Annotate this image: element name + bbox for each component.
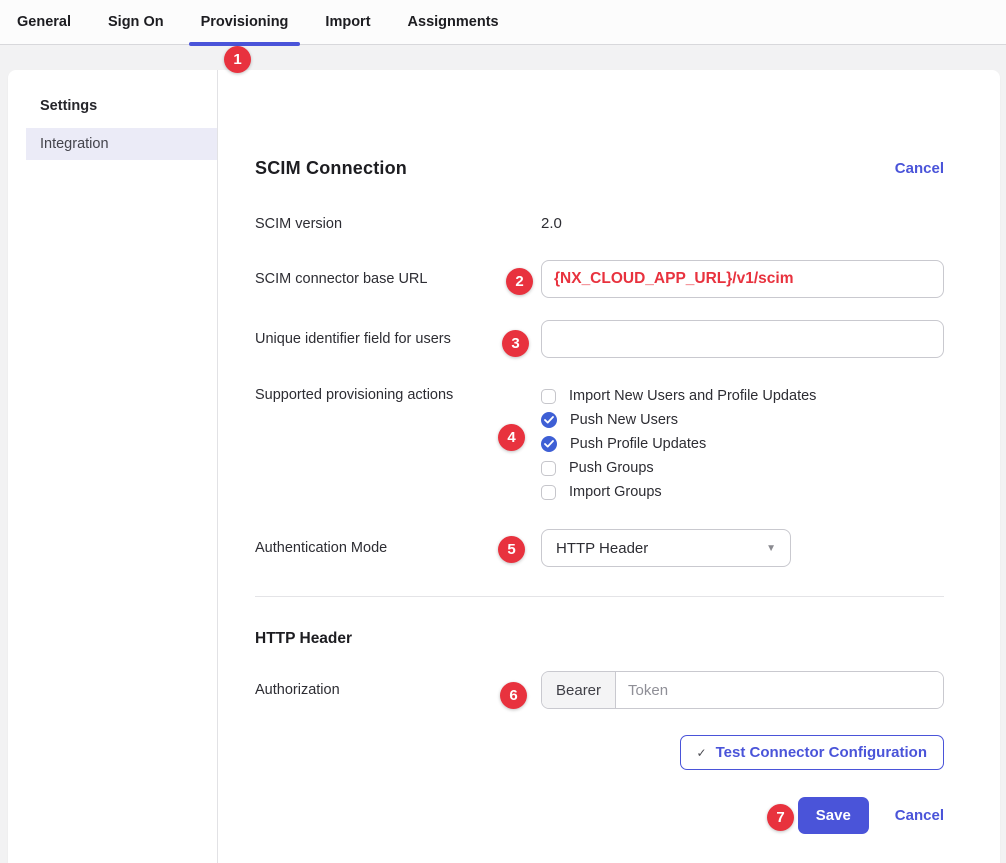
- checkbox-label: Import New Users and Profile Updates: [569, 388, 816, 404]
- save-button[interactable]: Save: [798, 797, 869, 834]
- checkbox-label: Import Groups: [569, 484, 662, 500]
- checkbox-row-import-groups[interactable]: Import Groups: [541, 480, 944, 504]
- unique-identifier-input[interactable]: [541, 320, 944, 358]
- step-badge-1: 1: [224, 46, 251, 73]
- checkbox-row-push-groups[interactable]: Push Groups: [541, 456, 944, 480]
- step-badge-3: 3: [502, 330, 529, 357]
- checkbox-label: Push Profile Updates: [570, 436, 706, 452]
- footer-cancel-button[interactable]: Cancel: [895, 807, 944, 824]
- scim-connection-form: SCIM Connection Cancel SCIM version 2.0 …: [218, 70, 1000, 863]
- sidebar-section-settings: Settings: [40, 98, 217, 114]
- check-icon: ✓: [697, 746, 707, 760]
- base-url-input[interactable]: [541, 260, 944, 298]
- checkbox-label: Push Groups: [569, 460, 654, 476]
- tab-import[interactable]: Import: [313, 0, 382, 44]
- checkbox-unchecked-icon[interactable]: [541, 389, 556, 404]
- test-connector-label: Test Connector Configuration: [716, 744, 927, 761]
- page-title: SCIM Connection: [255, 158, 407, 179]
- step-badge-4: 4: [498, 424, 525, 451]
- checkbox-row-import-new-users-and-profile-updates[interactable]: Import New Users and Profile Updates: [541, 384, 944, 408]
- chevron-down-icon: ▼: [766, 543, 776, 554]
- settings-card: Settings Integration SCIM Connection Can…: [8, 70, 1000, 863]
- checkbox-unchecked-icon[interactable]: [541, 461, 556, 476]
- auth-mode-selected-value: HTTP Header: [556, 540, 648, 557]
- tab-assignments[interactable]: Assignments: [396, 0, 511, 44]
- step-badge-5: 5: [498, 536, 525, 563]
- auth-mode-select[interactable]: HTTP Header ▼: [541, 529, 791, 567]
- provisioning-options: Import New Users and Profile Updates Push…: [541, 384, 944, 504]
- app-tab-bar: General Sign On Provisioning Import Assignme…: [0, 0, 1006, 45]
- provisioning-actions-label: Supported provisioning actions: [255, 384, 541, 403]
- step-badge-6: 6: [500, 682, 527, 709]
- settings-sidebar: Settings Integration: [8, 70, 218, 863]
- authorization-input-group: Bearer: [541, 671, 944, 709]
- step-badge-2: 2: [506, 268, 533, 295]
- header-cancel-button[interactable]: Cancel: [895, 160, 944, 177]
- tab-general[interactable]: General: [5, 0, 83, 44]
- bearer-prefix: Bearer: [542, 672, 616, 708]
- token-input[interactable]: [616, 672, 943, 708]
- checkbox-unchecked-icon[interactable]: [541, 485, 556, 500]
- section-divider: [255, 596, 944, 597]
- checkbox-row-push-profile-updates[interactable]: Push Profile Updates: [541, 432, 944, 456]
- base-url-label: SCIM connector base URL: [255, 271, 541, 287]
- checkbox-row-push-new-users[interactable]: Push New Users: [541, 408, 944, 432]
- tab-provisioning[interactable]: Provisioning: [189, 0, 301, 44]
- sidebar-item-integration[interactable]: Integration: [26, 128, 217, 160]
- unique-identifier-label: Unique identifier field for users: [255, 331, 541, 347]
- tab-sign-on[interactable]: Sign On: [96, 0, 176, 44]
- authorization-label: Authorization: [255, 682, 541, 698]
- checkbox-checked-icon[interactable]: [541, 412, 557, 428]
- scim-version-label: SCIM version: [255, 216, 541, 232]
- scim-version-value: 2.0: [541, 215, 944, 232]
- http-header-section-title: HTTP Header: [255, 630, 944, 648]
- checkbox-label: Push New Users: [570, 412, 678, 428]
- test-connector-button[interactable]: ✓ Test Connector Configuration: [680, 735, 944, 770]
- step-badge-7: 7: [767, 804, 794, 831]
- checkbox-checked-icon[interactable]: [541, 436, 557, 452]
